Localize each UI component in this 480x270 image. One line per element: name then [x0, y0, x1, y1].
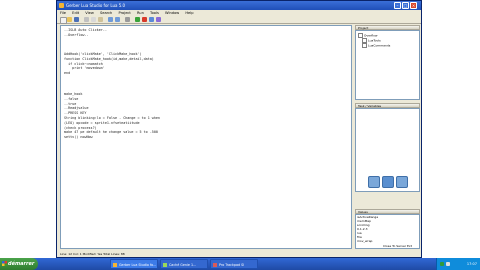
run-panel	[355, 108, 420, 192]
breakpoint-icon[interactable]	[156, 17, 161, 22]
application-window: Gerber Lua Studio for Lua 5.0 – □ × File…	[56, 0, 422, 258]
copy-icon[interactable]	[91, 17, 96, 22]
app-icon	[163, 263, 167, 267]
menu-tools[interactable]: Tools	[150, 11, 159, 15]
server-link[interactable]: Close To Server Ext	[383, 244, 412, 248]
network-icon[interactable]	[440, 262, 444, 266]
new-file-icon[interactable]	[60, 17, 67, 24]
toolbar	[57, 16, 421, 24]
app-icon	[59, 3, 64, 8]
app-icon	[113, 263, 117, 267]
windows-logo-icon	[2, 261, 7, 266]
run-icon[interactable]	[135, 17, 140, 22]
volume-icon[interactable]	[446, 262, 450, 266]
status-bar: Line: 12 Col: 1 Modified: Yes Total Line…	[57, 250, 421, 258]
code-line: --Overflow--	[64, 32, 89, 37]
debug-buttons	[368, 176, 412, 188]
menu-window[interactable]: Window	[165, 11, 179, 15]
taskbar-item[interactable]: Gerber Lua Studio fo...	[110, 259, 158, 269]
taskbar-item[interactable]: Caché Genie 1...	[160, 259, 208, 269]
tree-item[interactable]: Overflow	[356, 31, 419, 38]
expand-icon[interactable]	[362, 43, 367, 48]
menu-search[interactable]: Search	[100, 11, 112, 15]
debug-step-icon[interactable]	[368, 176, 380, 188]
redo-icon[interactable]	[115, 17, 120, 22]
taskbar-item[interactable]: Pro Trackpad SI	[210, 259, 258, 269]
undo-icon[interactable]	[108, 17, 113, 22]
debug-run-icon[interactable]	[396, 176, 408, 188]
code-editor[interactable]: --ISLB Auto Clicker-- --Overflow-- AddHo…	[60, 25, 352, 249]
start-button[interactable]: démarrer	[0, 258, 38, 270]
menu-run[interactable]: Run	[137, 11, 144, 15]
stop-icon[interactable]	[142, 17, 147, 22]
menu-file[interactable]: File	[60, 11, 66, 15]
list-item[interactable]: mov_wrap	[356, 239, 419, 243]
project-tree[interactable]: Overflow LuaTools LuaCommands	[355, 30, 420, 100]
tree-item[interactable]: LuaCommands	[356, 43, 419, 48]
code-line: settv() nowNow	[64, 135, 93, 140]
menu-help[interactable]: Help	[185, 11, 193, 15]
clock[interactable]: 17:07	[467, 262, 477, 266]
title-bar[interactable]: Gerber Lua Studio for Lua 5.0 – □ ×	[57, 1, 421, 10]
menu-view[interactable]: View	[85, 11, 94, 15]
status-text: Line: 12 Col: 1 Modified: Yes Total Line…	[60, 252, 125, 256]
step-icon[interactable]	[149, 17, 154, 22]
find-icon[interactable]	[125, 17, 130, 22]
menu-project[interactable]: Project	[119, 11, 131, 15]
save-icon[interactable]	[74, 17, 79, 22]
paste-icon[interactable]	[98, 17, 103, 22]
maximize-button[interactable]: □	[402, 2, 409, 9]
minimize-button[interactable]: –	[394, 2, 401, 9]
cut-icon[interactable]	[84, 17, 89, 22]
open-folder-icon[interactable]	[67, 17, 72, 22]
app-icon	[213, 263, 217, 267]
code-line: end	[64, 71, 71, 76]
system-tray: 17:07	[436, 258, 480, 270]
menu-edit[interactable]: Edit	[72, 11, 79, 15]
close-button[interactable]: ×	[410, 2, 417, 9]
debug-refresh-icon[interactable]	[382, 176, 394, 188]
side-panels: Project Overflow LuaTools LuaCommands Ta…	[355, 25, 420, 249]
window-title: Gerber Lua Studio for Lua 5.0	[66, 3, 126, 8]
